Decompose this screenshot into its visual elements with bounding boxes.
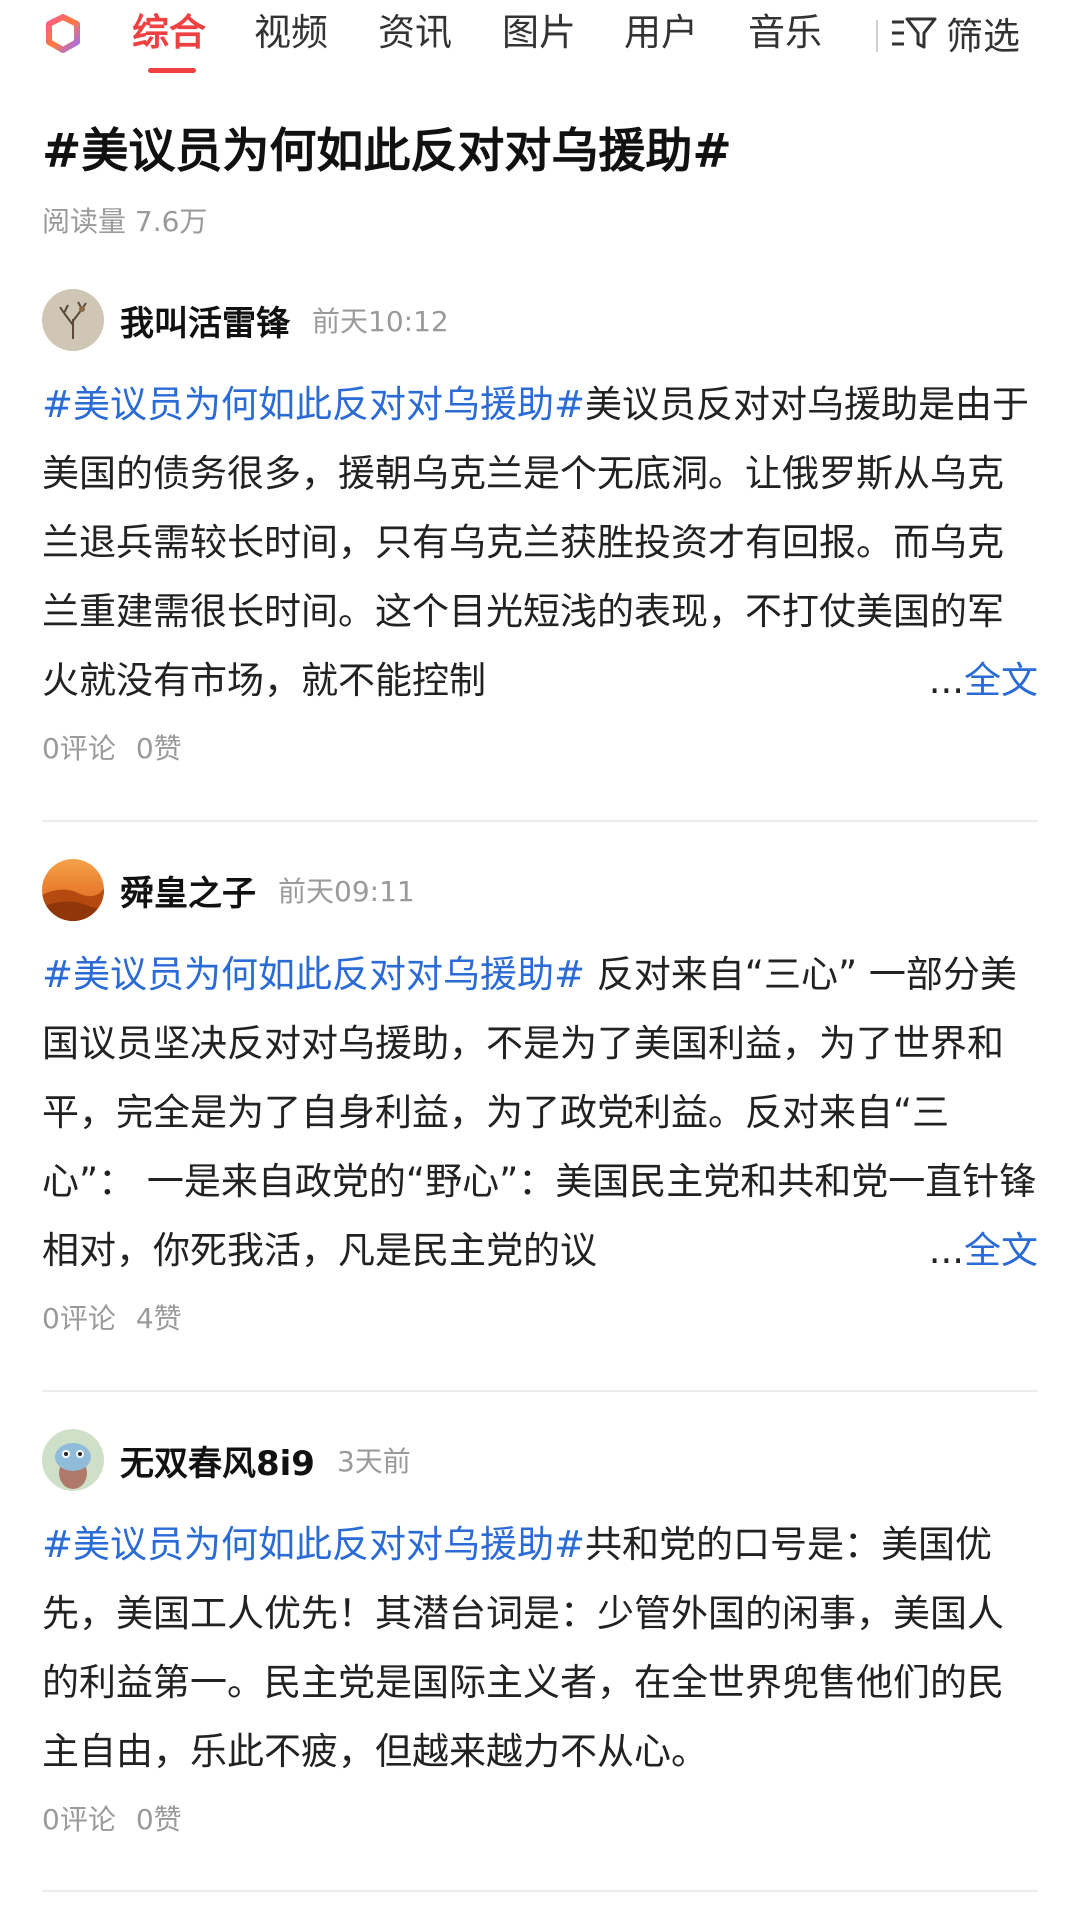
tab-overflow-fade <box>864 14 892 58</box>
post-time: 前天10:12 <box>312 305 449 338</box>
post-content[interactable]: #美议员为何如此反对对乌援助#美议员反对对乌援助是由于美国的债务很多，援朝乌克兰… <box>42 370 1038 715</box>
like-count[interactable]: 0赞 <box>136 732 182 765</box>
post-hashtag[interactable]: #美议员为何如此反对对乌援助# <box>42 1523 585 1566</box>
tab-images[interactable]: 图片 <box>502 10 576 56</box>
tab-video[interactable]: 视频 <box>254 10 328 56</box>
topic-read-count: 阅读量 7.6万 <box>42 205 208 238</box>
read-more-link[interactable]: ...全文 <box>918 646 1038 715</box>
topic-title: #美议员为何如此反对对乌援助# <box>42 124 732 179</box>
ellipsis: ... <box>928 1229 964 1272</box>
read-more-label: 全文 <box>964 1229 1038 1272</box>
post-time: 3天前 <box>336 1445 411 1478</box>
avatar[interactable] <box>42 859 104 921</box>
avatar[interactable] <box>42 1429 104 1491</box>
post-divider <box>42 1390 1038 1392</box>
like-count[interactable]: 4赞 <box>136 1302 182 1335</box>
post-hashtag[interactable]: #美议员为何如此反对对乌援助# <box>42 953 585 996</box>
username[interactable]: 我叫活雷锋 <box>120 296 290 345</box>
post-header: 无双春风8i9 3天前 <box>42 1428 1038 1492</box>
post-stats: 0评论 4赞 <box>42 1297 1038 1341</box>
tab-users[interactable]: 用户 <box>624 10 698 56</box>
post-content[interactable]: #美议员为何如此反对对乌援助# 反对来自“三心” 一部分美国议员坚决反对对乌援助… <box>42 940 1038 1285</box>
post-text: 反对来自“三心” 一部分美国议员坚决反对对乌援助，不是为了美国利益，为了世界和平… <box>42 953 1037 1272</box>
post-divider <box>42 820 1038 822</box>
post-header: 舜皇之子 前天09:11 <box>42 858 1038 922</box>
ellipsis: ... <box>928 659 964 702</box>
desert-sunset-avatar-icon <box>42 859 104 921</box>
tab-comprehensive[interactable]: 综合 <box>132 10 206 56</box>
username[interactable]: 舜皇之子 <box>120 866 256 915</box>
username[interactable]: 无双春风8i9 <box>120 1436 315 1485</box>
filter-label: 筛选 <box>946 15 1020 58</box>
comment-count[interactable]: 0评论 <box>42 1803 116 1836</box>
filter-icon <box>892 17 937 49</box>
like-count[interactable]: 0赞 <box>136 1803 182 1836</box>
comment-count[interactable]: 0评论 <box>42 1302 116 1335</box>
read-more-label: 全文 <box>964 659 1038 702</box>
tab-news[interactable]: 资讯 <box>378 10 452 56</box>
active-tab-indicator <box>148 68 196 73</box>
tab-separator <box>876 20 878 52</box>
search-tab-bar: 综合 视频 资讯 图片 用户 音乐 筛选 <box>0 0 1080 78</box>
post-content[interactable]: #美议员为何如此反对对乌援助#共和党的口号是：美国优先，美国工人优先！其潜台词是… <box>42 1510 1038 1786</box>
tab-music[interactable]: 音乐 <box>748 10 822 56</box>
post-card[interactable]: 无双春风8i9 3天前 #美议员为何如此反对对乌援助#共和党的口号是：美国优先，… <box>42 1428 1038 1842</box>
post-stats: 0评论 0赞 <box>42 1798 1038 1842</box>
post-hashtag[interactable]: #美议员为何如此反对对乌援助# <box>42 383 585 426</box>
avatar[interactable] <box>42 289 104 351</box>
read-more-link[interactable]: ...全文 <box>918 1216 1038 1285</box>
post-time: 前天09:11 <box>278 875 415 908</box>
post-text: 美议员反对对乌援助是由于美国的债务很多，援朝乌克兰是个无底洞。让俄罗斯从乌克兰退… <box>42 383 1030 702</box>
comment-count[interactable]: 0评论 <box>42 732 116 765</box>
post-card[interactable]: 舜皇之子 前天09:11 #美议员为何如此反对对乌援助# 反对来自“三心” 一部… <box>42 858 1038 1341</box>
post-divider <box>42 1890 1038 1892</box>
cartoon-creature-avatar-icon <box>42 1429 104 1491</box>
post-header: 我叫活雷锋 前天10:12 <box>42 288 1038 352</box>
filter-button[interactable]: 筛选 <box>890 10 1020 58</box>
app-logo-icon[interactable] <box>43 14 83 54</box>
post-stats: 0评论 0赞 <box>42 727 1038 771</box>
post-card[interactable]: 我叫活雷锋 前天10:12 #美议员为何如此反对对乌援助#美议员反对对乌援助是由… <box>42 288 1038 771</box>
tree-sketch-avatar-icon <box>42 289 104 351</box>
